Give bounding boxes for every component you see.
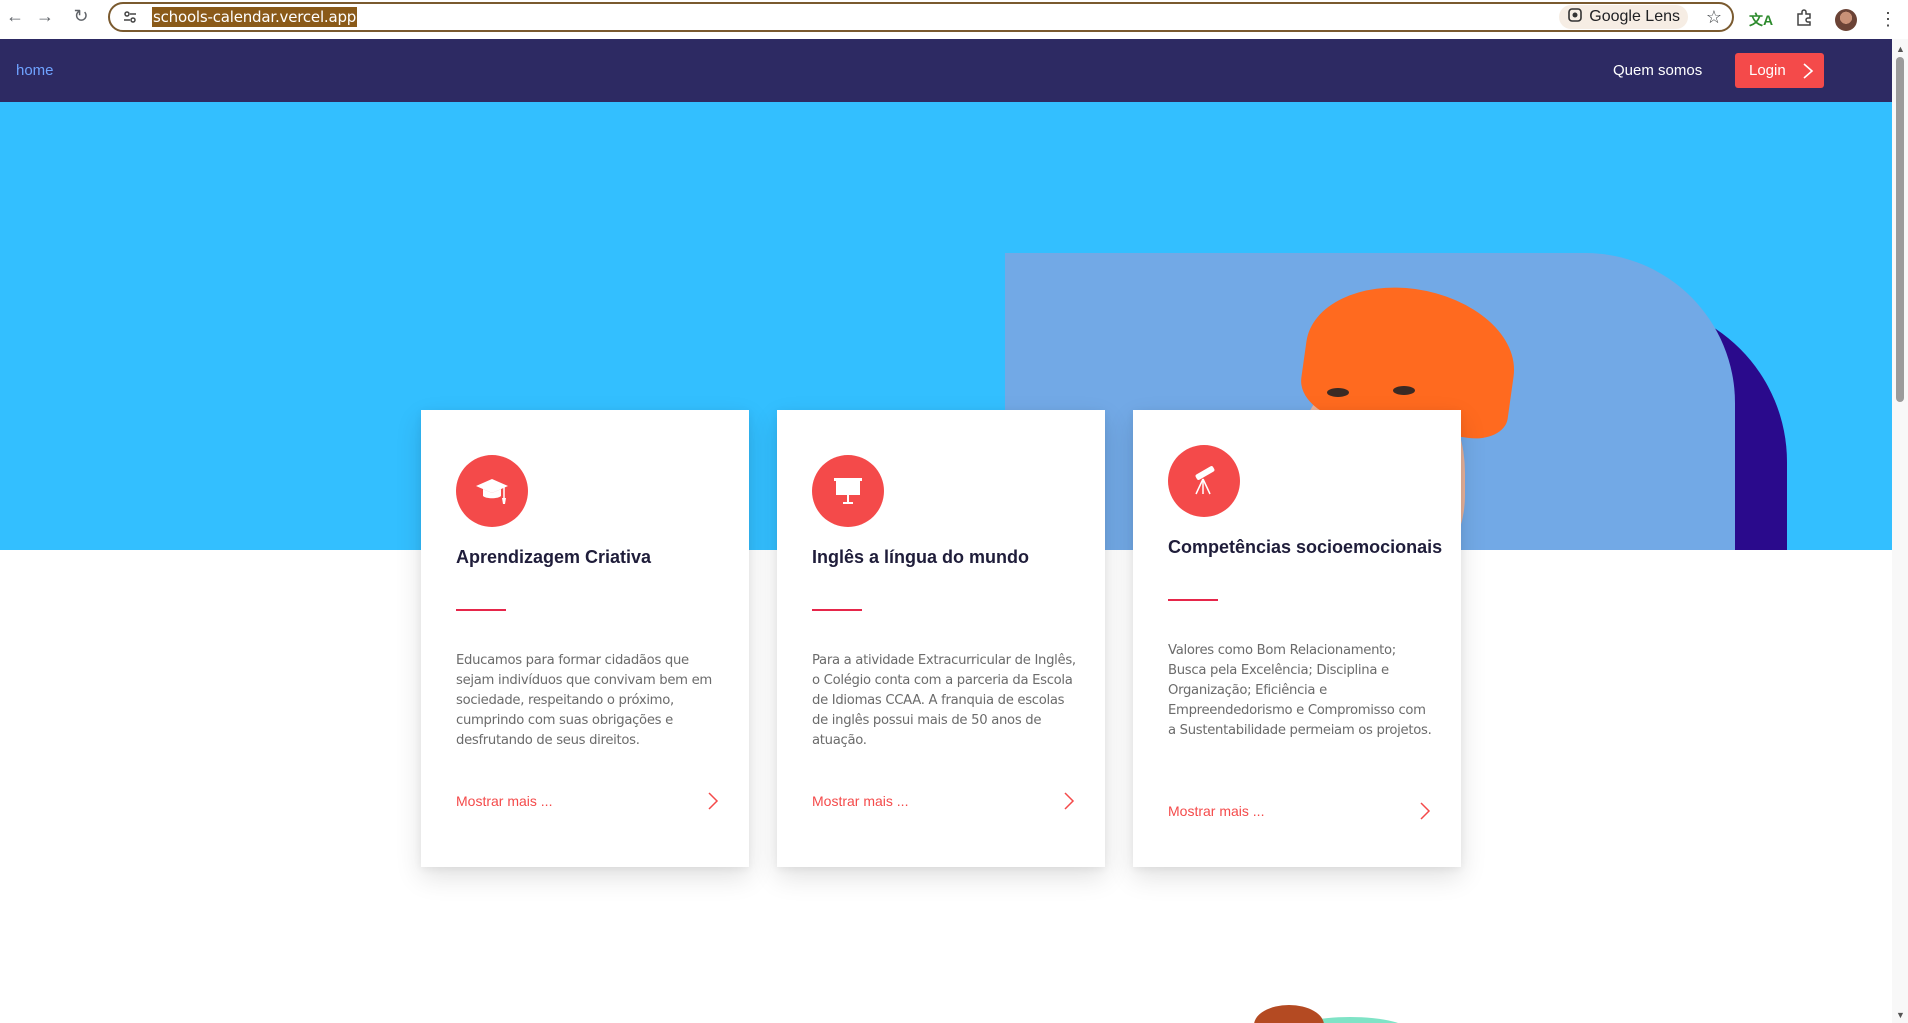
chevron-right-icon[interactable] <box>707 791 719 811</box>
card-title: Aprendizagem Criativa <box>456 547 652 567</box>
feature-card-ingles: Inglês a língua do mundo Para a atividad… <box>777 410 1105 867</box>
chevron-right-icon[interactable] <box>1063 791 1075 811</box>
feature-card-aprendizagem: Aprendizagem Criativa Educamos para form… <box>421 410 749 867</box>
nav-home-link[interactable]: home <box>16 62 54 79</box>
scroll-down-icon[interactable]: ▼ <box>1896 1010 1905 1020</box>
hero-eye-right <box>1393 386 1415 395</box>
address-bar[interactable]: schools-calendar.vercel.app Google Lens … <box>108 2 1734 32</box>
nav-quem-somos-link[interactable]: Quem somos <box>1613 62 1702 79</box>
card-divider <box>456 609 506 611</box>
scrollbar-thumb[interactable] <box>1896 57 1904 402</box>
next-section-photo <box>1250 1003 1410 1023</box>
hero-eye-left <box>1327 388 1349 397</box>
show-more-link[interactable]: Mostrar mais ... <box>1168 803 1264 819</box>
telescope-icon <box>1168 445 1240 517</box>
forward-icon[interactable]: → <box>30 1 60 31</box>
login-label: Login <box>1749 62 1786 79</box>
site-navbar: home Quem somos Login <box>0 39 1892 102</box>
bookmark-star-icon[interactable]: ☆ <box>1706 7 1722 28</box>
presentation-board-icon <box>812 455 884 527</box>
show-more-link[interactable]: Mostrar mais ... <box>456 793 552 809</box>
card-text: Para a atividade Extracurricular de Ingl… <box>812 653 1076 748</box>
back-icon[interactable]: ← <box>0 1 30 31</box>
menu-kebab-icon[interactable]: ⋮ <box>1879 9 1897 30</box>
translate-extension-icon[interactable]: 文A <box>1749 10 1773 30</box>
chevron-right-icon <box>1803 63 1814 79</box>
card-title: Competências socioemocionais <box>1168 537 1443 557</box>
extensions-puzzle-icon[interactable] <box>1795 8 1813 31</box>
google-lens-button[interactable]: Google Lens <box>1559 5 1688 29</box>
show-more-link[interactable]: Mostrar mais ... <box>812 793 908 809</box>
site-info-icon[interactable] <box>120 7 140 27</box>
card-divider <box>812 609 862 611</box>
lens-label: Google Lens <box>1589 8 1680 25</box>
reload-icon[interactable]: ↻ <box>66 1 96 31</box>
chevron-right-icon[interactable] <box>1419 801 1431 821</box>
card-text: Educamos para formar cidadãos que sejam … <box>456 653 712 748</box>
profile-avatar[interactable] <box>1835 8 1858 31</box>
browser-toolbar: ← → ↻ schools-calendar.vercel.app Google… <box>0 0 1908 39</box>
card-title: Inglês a língua do mundo <box>812 547 1030 567</box>
extensions-area: 文A ⋮ <box>1738 0 1908 39</box>
page-scrollbar[interactable]: ▲ ▼ <box>1892 39 1908 1023</box>
card-text: Valores como Bom Relacionamento; Busca p… <box>1168 643 1432 738</box>
url-text[interactable]: schools-calendar.vercel.app <box>152 7 358 27</box>
feature-card-competencias: Competências socioemocionais Valores com… <box>1133 410 1461 867</box>
card-divider <box>1168 599 1218 601</box>
login-button[interactable]: Login <box>1735 53 1824 88</box>
lens-icon <box>1567 7 1583 28</box>
person-hair <box>1254 1005 1324 1023</box>
scroll-up-icon[interactable]: ▲ <box>1896 44 1905 54</box>
graduation-cap-icon <box>456 455 528 527</box>
